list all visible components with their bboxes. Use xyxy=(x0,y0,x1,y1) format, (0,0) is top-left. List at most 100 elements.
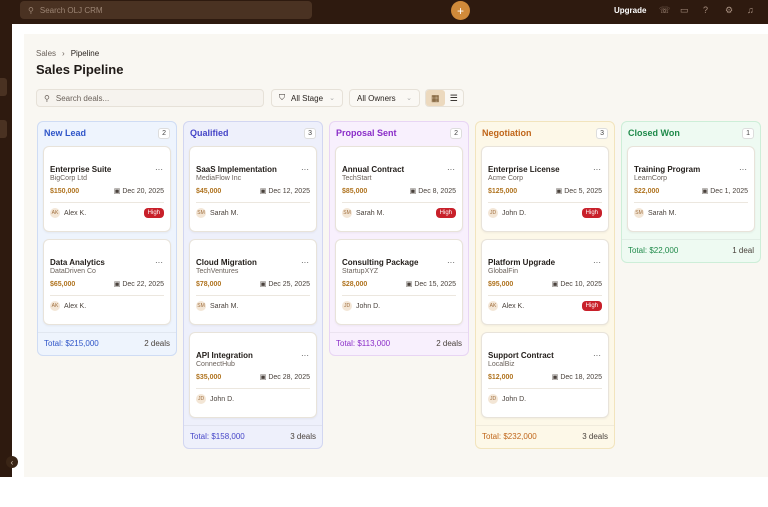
upgrade-button[interactable]: Upgrade xyxy=(614,6,646,15)
more-options-icon[interactable]: ··· xyxy=(739,165,747,174)
owner-name: Alex K. xyxy=(502,302,525,310)
deal-title: Cloud Migration xyxy=(196,258,257,267)
avatar: JD xyxy=(342,301,352,311)
deal-card[interactable]: Data Analytics DataDriven Co ··· $65,000… xyxy=(43,239,171,325)
deal-title: Enterprise License xyxy=(488,165,560,174)
help-icon[interactable]: ? xyxy=(703,5,708,15)
priority-badge: High xyxy=(581,301,602,311)
sidebar-item[interactable] xyxy=(0,120,7,138)
phone-icon[interactable]: ☏ xyxy=(659,5,670,16)
owner-name: Sarah M. xyxy=(210,209,239,217)
more-options-icon[interactable]: ··· xyxy=(155,258,163,267)
grid-view-icon[interactable]: ▦ xyxy=(426,90,445,106)
sidebar-item[interactable] xyxy=(0,78,7,96)
chevron-down-icon: ⌄ xyxy=(329,95,335,102)
count-badge: 3 xyxy=(304,127,316,139)
column-title: Proposal Sent xyxy=(336,128,397,138)
deal-amount: $125,000 xyxy=(488,187,518,195)
list-view-icon[interactable]: ☰ xyxy=(445,90,464,106)
calendar-icon: ▣ xyxy=(259,374,267,381)
column-header: New Lead 2 xyxy=(38,122,176,144)
calendar-icon: ▣ xyxy=(113,188,121,195)
avatar: AK xyxy=(50,208,60,218)
deal-card[interactable]: Platform Upgrade GlobalFin ··· $95,000 ▣ … xyxy=(481,239,609,325)
column-proposal-sent: Proposal Sent 2 Annual Contract TechStart… xyxy=(329,121,469,356)
deal-count: 2 deals xyxy=(144,339,170,348)
owner-filter[interactable]: All Owners ⌄ xyxy=(349,89,420,107)
global-search-input[interactable]: ⚲ Search OLJ CRM xyxy=(20,1,312,19)
owner-name: John D. xyxy=(502,209,527,217)
more-options-icon[interactable]: ··· xyxy=(301,351,309,360)
deal-card[interactable]: API Integration ConnectHub ··· $35,000 ▣ … xyxy=(189,332,317,418)
column-footer: Total: $232,000 3 deals xyxy=(476,425,614,448)
settings-icon[interactable]: ⚙ xyxy=(725,5,733,16)
more-options-icon[interactable]: ··· xyxy=(593,351,601,360)
deal-title: Support Contract xyxy=(488,351,554,360)
deal-company: MediaFlow Inc xyxy=(196,175,242,182)
count-badge: 2 xyxy=(450,127,462,139)
deal-company: BigCorp Ltd xyxy=(50,175,87,182)
owner-name: Sarah M. xyxy=(356,209,385,217)
column-title: Negotiation xyxy=(482,128,532,138)
calendar-icon: ▣ xyxy=(551,281,559,288)
more-options-icon[interactable]: ··· xyxy=(301,165,309,174)
deal-date: Dec 28, 2025 xyxy=(268,374,310,381)
count-badge: 1 xyxy=(742,127,754,139)
deal-date: Dec 20, 2025 xyxy=(122,188,164,195)
column-qualified: Qualified 3 SaaS Implementation MediaFlow… xyxy=(183,121,323,449)
priority-badge: High xyxy=(143,208,164,218)
add-button[interactable]: + xyxy=(451,1,470,20)
breadcrumb-pipeline: Pipeline xyxy=(70,49,100,58)
column-total: Total: $215,000 xyxy=(44,339,99,348)
stage-filter[interactable]: ⛉ All Stage ⌄ xyxy=(271,89,343,107)
priority-badge: High xyxy=(435,208,456,218)
avatar: SM xyxy=(634,208,644,218)
column-footer: Total: $158,000 3 deals xyxy=(184,425,322,448)
bell-icon[interactable]: ♫ xyxy=(747,5,754,15)
more-options-icon[interactable]: ··· xyxy=(301,258,309,267)
avatar: JD xyxy=(488,208,498,218)
avatar: AK xyxy=(50,301,60,311)
deal-date: Dec 15, 2025 xyxy=(414,281,456,288)
column-title: Qualified xyxy=(190,128,229,138)
deal-amount: $12,000 xyxy=(488,373,514,381)
collapse-sidebar-button[interactable]: ‹ xyxy=(6,456,18,468)
column-footer: Total: $22,000 1 deal xyxy=(622,239,760,262)
deal-date: Dec 1, 2025 xyxy=(710,188,748,195)
deal-card[interactable]: SaaS Implementation MediaFlow Inc ··· $4… xyxy=(189,146,317,232)
more-options-icon[interactable]: ··· xyxy=(593,258,601,267)
more-options-icon[interactable]: ··· xyxy=(447,258,455,267)
deal-card[interactable]: Enterprise License Acme Corp ··· $125,00… xyxy=(481,146,609,232)
chat-icon[interactable]: ▭ xyxy=(680,5,689,16)
deal-date: Dec 5, 2025 xyxy=(564,188,602,195)
view-toggle: ▦ ☰ xyxy=(425,89,464,107)
deal-card[interactable]: Annual Contract TechStart ··· $85,000 ▣ D… xyxy=(335,146,463,232)
deal-title: Data Analytics xyxy=(50,258,105,267)
owner-name: Alex K. xyxy=(64,302,87,310)
deal-card[interactable]: Training Program LearnCorp ··· $22,000 ▣ … xyxy=(627,146,755,232)
more-options-icon[interactable]: ··· xyxy=(155,165,163,174)
deal-amount: $150,000 xyxy=(50,187,80,195)
calendar-icon: ▣ xyxy=(259,281,267,288)
breadcrumb-sales[interactable]: Sales xyxy=(36,49,56,58)
deal-title: SaaS Implementation xyxy=(196,165,277,174)
calendar-icon: ▣ xyxy=(551,374,559,381)
deal-title: Training Program xyxy=(634,165,701,174)
deal-count: 3 deals xyxy=(290,432,316,441)
owner-name: Alex K. xyxy=(64,209,87,217)
column-header: Proposal Sent 2 xyxy=(330,122,468,144)
avatar: SM xyxy=(196,301,206,311)
deal-company: LearnCorp xyxy=(634,175,668,182)
column-footer: Total: $215,000 2 deals xyxy=(38,332,176,355)
deal-card[interactable]: Support Contract LocalBiz ··· $12,000 ▣ D… xyxy=(481,332,609,418)
column-header: Qualified 3 xyxy=(184,122,322,144)
owner-name: Sarah M. xyxy=(648,209,677,217)
more-options-icon[interactable]: ··· xyxy=(447,165,455,174)
deal-card[interactable]: Enterprise Suite BigCorp Ltd ··· $150,00… xyxy=(43,146,171,232)
more-options-icon[interactable]: ··· xyxy=(593,165,601,174)
avatar: AK xyxy=(488,301,498,311)
count-badge: 3 xyxy=(596,127,608,139)
deal-card[interactable]: Consulting Package StartupXYZ ··· $28,00… xyxy=(335,239,463,325)
deal-card[interactable]: Cloud Migration TechVentures ··· $78,000… xyxy=(189,239,317,325)
deal-search-input[interactable]: ⚲ Search deals... xyxy=(36,89,264,107)
